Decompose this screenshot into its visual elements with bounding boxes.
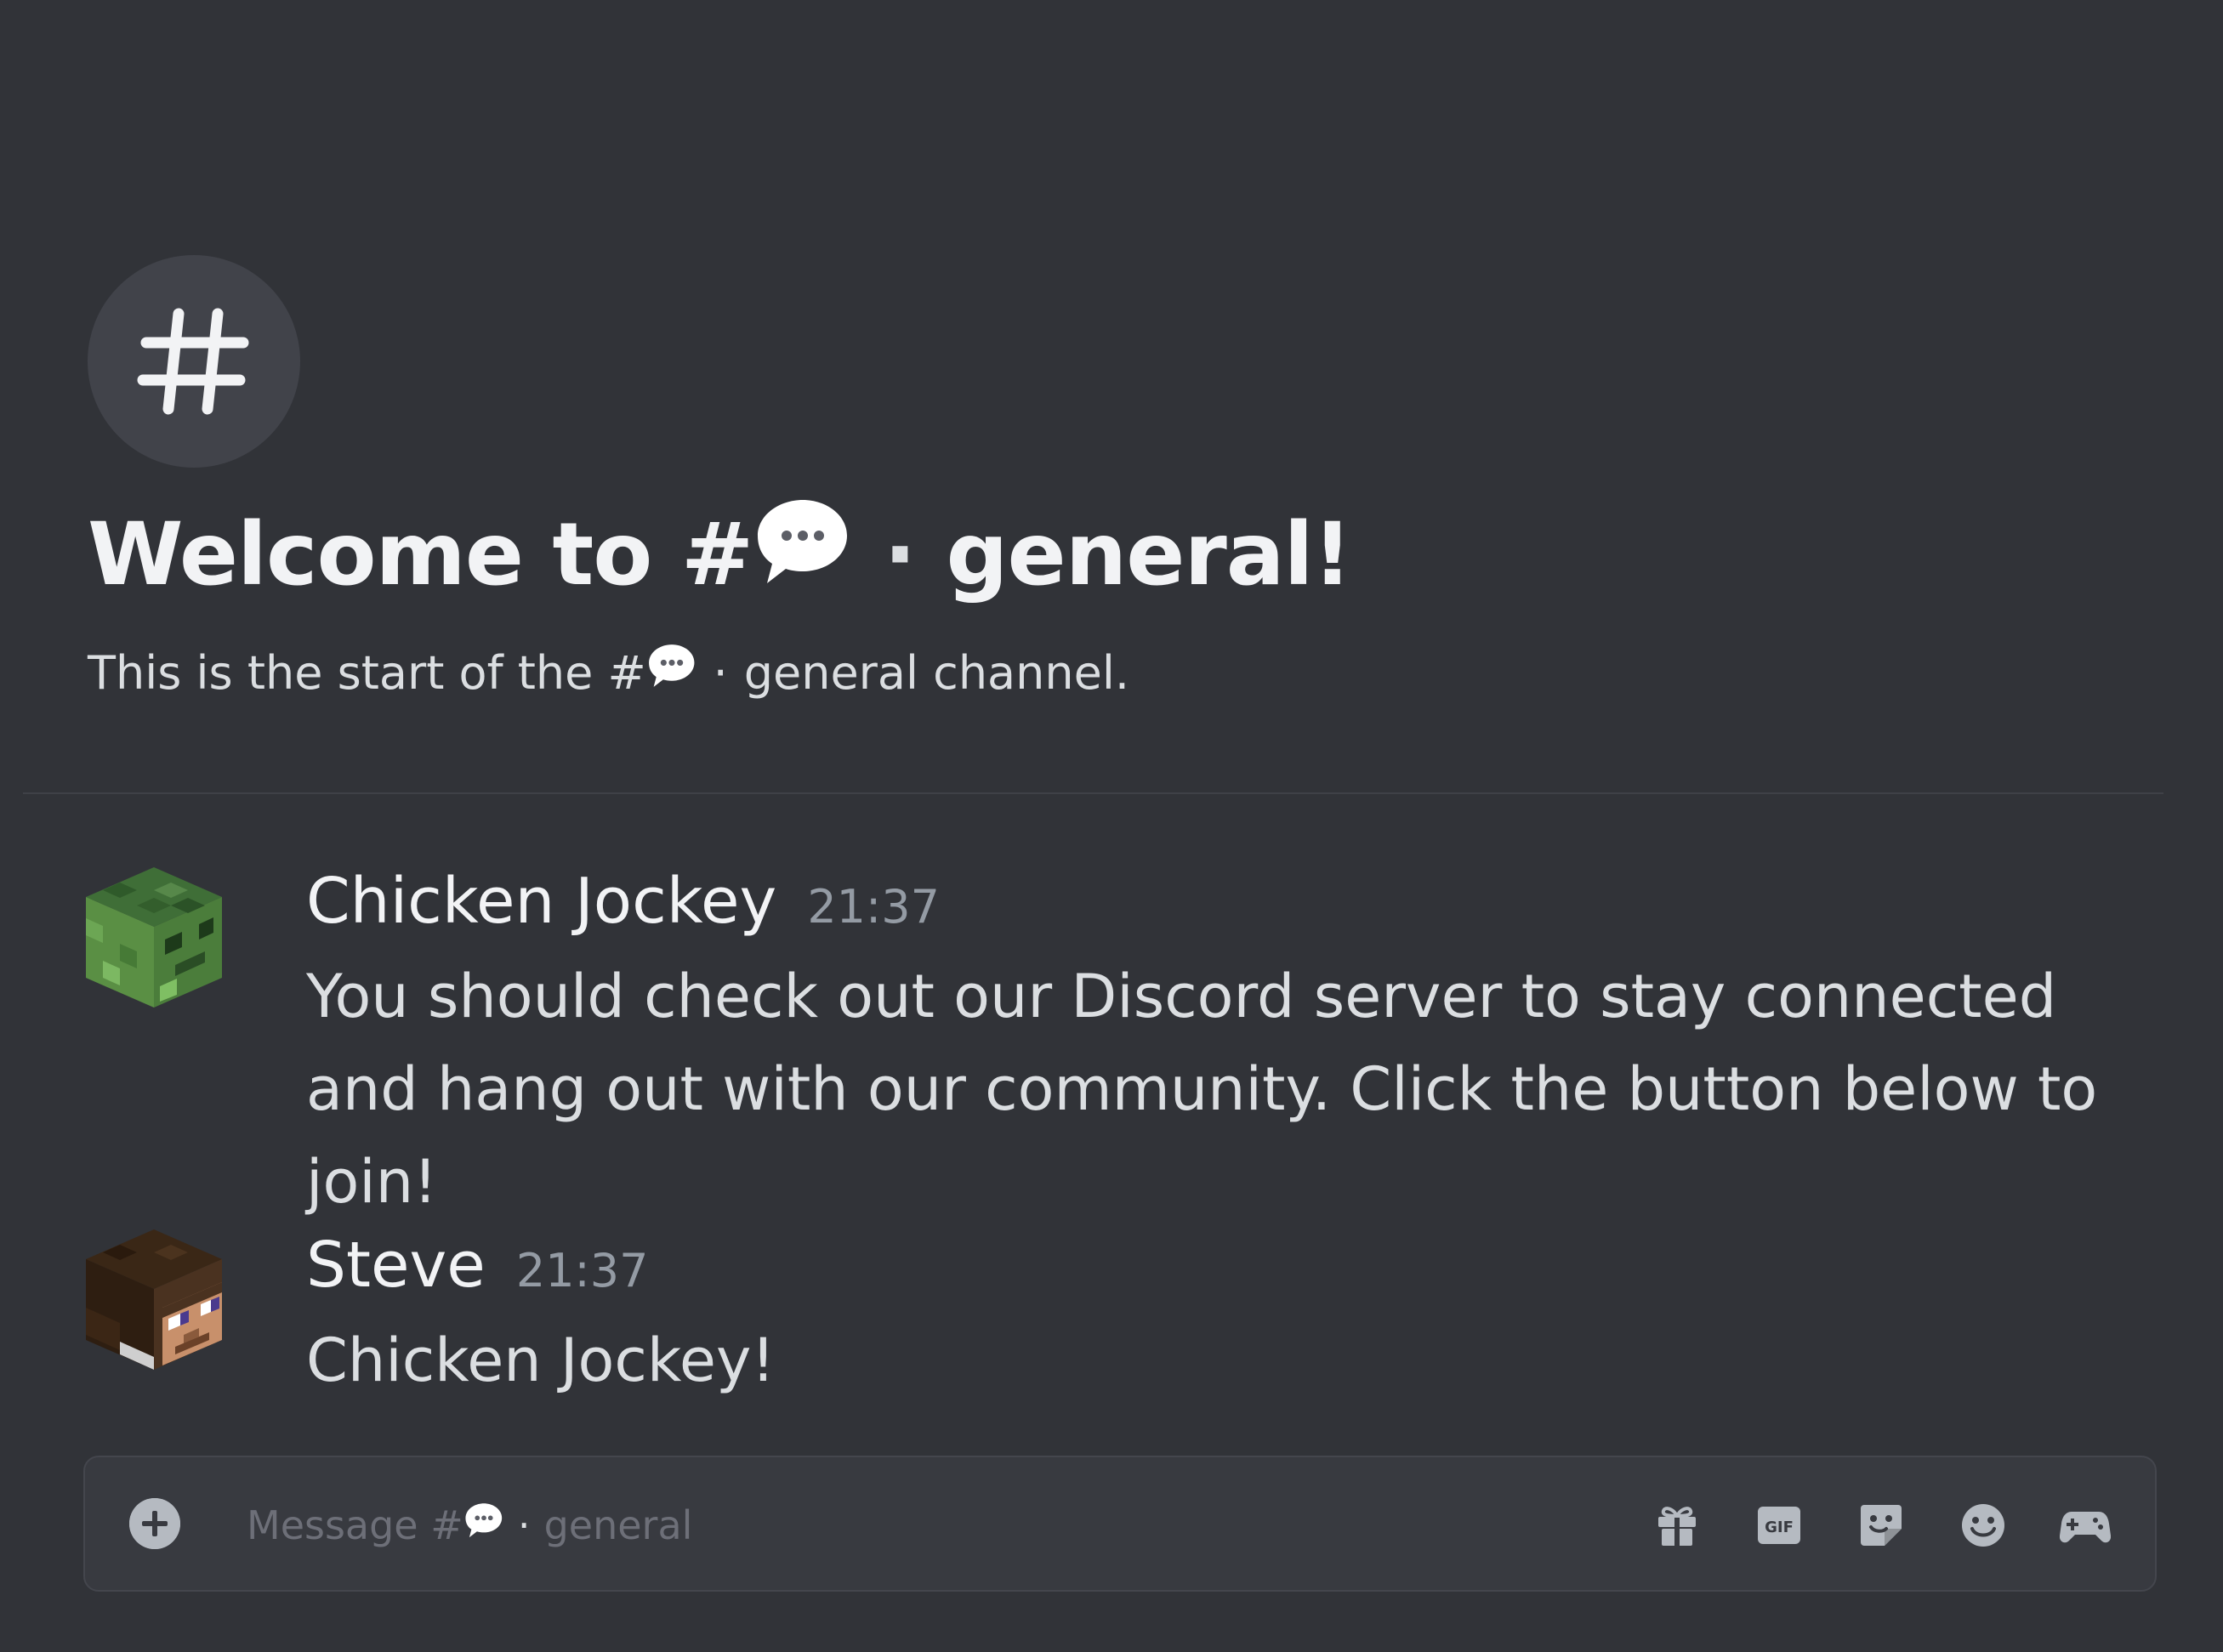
message-composer: Message # · general GIF: [83, 1456, 2157, 1592]
message-input[interactable]: Message # · general: [247, 1483, 1607, 1568]
composer-actions: GIF: [1652, 1491, 2111, 1559]
message-timestamp: 21:37: [807, 880, 940, 934]
message-divider: [23, 792, 2163, 794]
welcome-subtitle: This is the start of the # · general chann…: [88, 639, 1129, 711]
welcome-subtitle-prefix: This is the start of the #: [88, 646, 646, 700]
message-content: You should check out our Discord server …: [306, 962, 2098, 1217]
plus-icon: [129, 1498, 180, 1549]
welcome-title-suffix: general!: [946, 504, 1352, 605]
speech-bubble-icon: [463, 1501, 504, 1551]
welcome-subtitle-suffix: general channel.: [743, 646, 1129, 700]
gif-icon: GIF: [1758, 1507, 1800, 1544]
gif-button[interactable]: GIF: [1754, 1500, 1805, 1551]
sticker-icon: [1861, 1505, 1902, 1546]
zombie-head-avatar[interactable]: [82, 859, 226, 1012]
activity-button[interactable]: [2060, 1500, 2111, 1551]
message-header: Chicken Jockey 21:37: [306, 859, 940, 950]
add-attachment-button[interactable]: [129, 1498, 180, 1549]
message-content: Chicken Jockey!: [306, 1326, 776, 1395]
welcome-title-prefix: Welcome to #: [88, 504, 753, 605]
subtitle-separator: ·: [713, 646, 728, 700]
channel-hash-icon: [88, 255, 300, 468]
activity-icon: [2060, 1512, 2111, 1543]
gif-label: GIF: [1765, 1519, 1794, 1536]
emoji-icon: [1962, 1504, 2004, 1547]
message-input-placeholder: Message # · general: [247, 1501, 692, 1551]
welcome-title: Welcome to # · general!: [88, 491, 1352, 628]
message-header: Steve 21:37: [306, 1223, 648, 1314]
steve-head-avatar[interactable]: [82, 1223, 226, 1376]
message-username[interactable]: Steve: [306, 1229, 486, 1302]
speech-bubble-icon: [646, 641, 697, 711]
emoji-button[interactable]: [1958, 1500, 2009, 1551]
gift-icon: [1658, 1507, 1696, 1546]
placeholder-suffix: general: [543, 1502, 693, 1548]
sticker-button[interactable]: [1856, 1500, 1907, 1551]
hash-glyph-icon: [137, 308, 249, 415]
placeholder-prefix: Message #: [247, 1502, 463, 1548]
title-separator: ·: [884, 504, 917, 605]
message-username[interactable]: Chicken Jockey: [306, 865, 776, 938]
speech-bubble-icon: [753, 493, 853, 628]
message-timestamp: 21:37: [515, 1244, 649, 1297]
placeholder-separator: ·: [517, 1502, 531, 1548]
gift-button[interactable]: [1652, 1500, 1703, 1551]
